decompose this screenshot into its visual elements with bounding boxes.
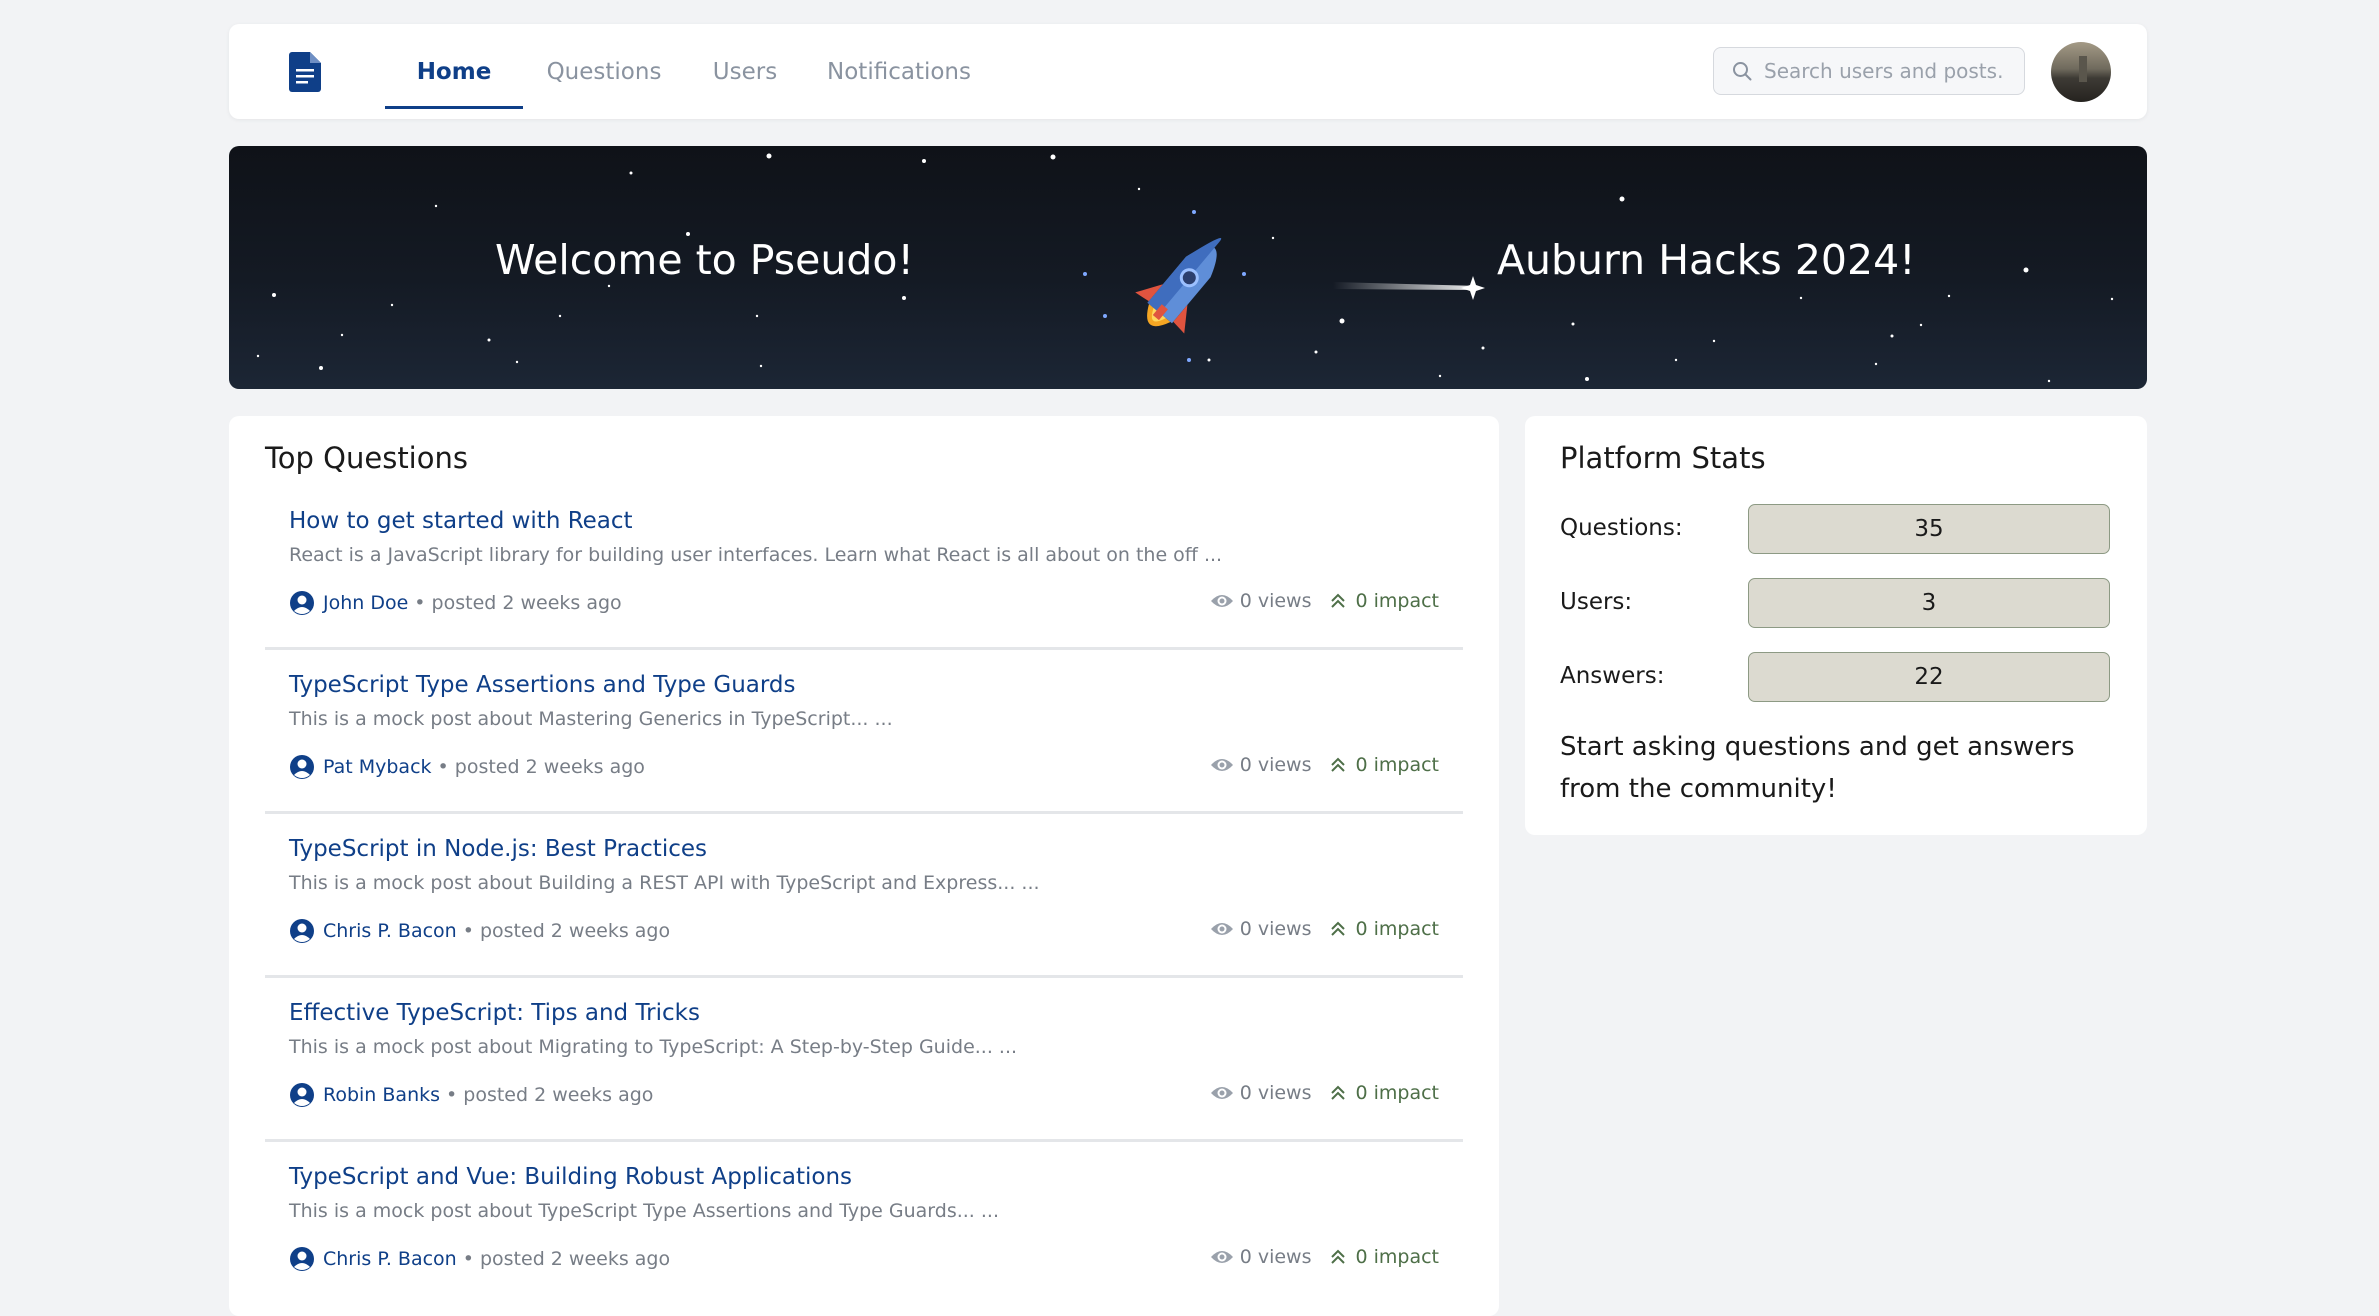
question-impact: 0 impact bbox=[1355, 1082, 1439, 1104]
document-logo-icon[interactable] bbox=[289, 52, 321, 92]
question-author-link[interactable]: Robin Banks bbox=[323, 1084, 440, 1106]
question-author-link[interactable]: John Doe bbox=[323, 592, 408, 614]
question-meta: Robin Banks • posted 2 weeks ago bbox=[289, 1082, 653, 1108]
eye-icon bbox=[1210, 759, 1233, 771]
search-icon bbox=[1733, 62, 1752, 81]
user-circle-icon bbox=[290, 919, 314, 943]
user-circle-icon bbox=[290, 1083, 314, 1107]
rocket-icon bbox=[1135, 238, 1222, 334]
top-questions-title: Top Questions bbox=[265, 441, 468, 475]
tab-home-label: Home bbox=[416, 58, 492, 85]
question-author-link[interactable]: Chris P. Bacon bbox=[323, 1248, 457, 1270]
question-stats: 0 views 0 impact bbox=[1210, 754, 1439, 776]
user-circle-icon bbox=[290, 1247, 314, 1271]
question-stats: 0 views 0 impact bbox=[1210, 1082, 1439, 1104]
tab-users[interactable]: Users bbox=[685, 24, 805, 119]
stat-label: Answers: bbox=[1560, 663, 1665, 689]
question-views: 0 views bbox=[1239, 590, 1312, 612]
top-navbar: Home Questions Users Notifications bbox=[229, 24, 2147, 119]
question-posted-time: • posted 2 weeks ago bbox=[462, 1248, 671, 1270]
question-item: How to get started with React React is a… bbox=[265, 486, 1463, 650]
platform-stats-card: Platform Stats Questions: 35 Users: 3 An… bbox=[1525, 416, 2147, 835]
stat-row-questions: Questions: 35 bbox=[1560, 504, 2112, 554]
question-item: TypeScript in Node.js: Best Practices Th… bbox=[265, 814, 1463, 978]
question-excerpt: This is a mock post about Mastering Gene… bbox=[289, 708, 893, 730]
double-chevron-up-icon bbox=[1331, 921, 1346, 936]
search-input[interactable] bbox=[1762, 58, 2006, 84]
banner-welcome-text: Welcome to Pseudo! bbox=[495, 236, 914, 284]
eye-icon bbox=[1210, 1251, 1233, 1263]
question-meta: Chris P. Bacon • posted 2 weeks ago bbox=[289, 918, 670, 944]
question-impact: 0 impact bbox=[1355, 918, 1439, 940]
tab-questions-label: Questions bbox=[546, 58, 662, 85]
question-stats: 0 views 0 impact bbox=[1210, 918, 1439, 940]
question-posted-time: • posted 2 weeks ago bbox=[446, 1084, 654, 1106]
question-impact: 0 impact bbox=[1355, 590, 1439, 612]
stat-value: 35 bbox=[1748, 504, 2110, 554]
question-item: TypeScript Type Assertions and Type Guar… bbox=[265, 650, 1463, 814]
question-views: 0 views bbox=[1239, 1082, 1312, 1104]
welcome-banner: Welcome to Pseudo! Auburn Hacks 2024! bbox=[229, 146, 2147, 389]
question-views: 0 views bbox=[1239, 918, 1312, 940]
double-chevron-up-icon bbox=[1331, 1249, 1346, 1264]
question-meta: Pat Myback • posted 2 weeks ago bbox=[289, 754, 645, 780]
tab-users-label: Users bbox=[712, 58, 778, 85]
question-title-link[interactable]: Effective TypeScript: Tips and Tricks bbox=[289, 1000, 700, 1026]
question-meta: John Doe • posted 2 weeks ago bbox=[289, 590, 622, 616]
double-chevron-up-icon bbox=[1331, 757, 1346, 772]
tab-notifications-label: Notifications bbox=[827, 58, 971, 85]
eye-icon bbox=[1210, 595, 1233, 607]
question-posted-time: • posted 2 weeks ago bbox=[437, 756, 645, 778]
question-stats: 0 views 0 impact bbox=[1210, 590, 1439, 612]
stat-row-answers: Answers: 22 bbox=[1560, 652, 2112, 702]
stat-label: Questions: bbox=[1560, 515, 1683, 541]
question-title-link[interactable]: TypeScript in Node.js: Best Practices bbox=[289, 836, 707, 862]
question-author-link[interactable]: Chris P. Bacon bbox=[323, 920, 457, 942]
question-excerpt: This is a mock post about TypeScript Typ… bbox=[289, 1200, 1000, 1222]
question-title-link[interactable]: TypeScript and Vue: Building Robust Appl… bbox=[289, 1164, 852, 1190]
question-impact: 0 impact bbox=[1355, 1246, 1439, 1268]
user-circle-icon bbox=[290, 591, 314, 615]
question-list: How to get started with React React is a… bbox=[265, 486, 1463, 1306]
stat-label: Users: bbox=[1560, 589, 1633, 615]
top-questions-card: Top Questions How to get started with Re… bbox=[229, 416, 1499, 1316]
question-item: Effective TypeScript: Tips and Tricks Th… bbox=[265, 978, 1463, 1142]
question-posted-time: • posted 2 weeks ago bbox=[462, 920, 671, 942]
question-views: 0 views bbox=[1239, 1246, 1312, 1268]
double-chevron-up-icon bbox=[1331, 593, 1346, 608]
question-excerpt: React is a JavaScript library for buildi… bbox=[289, 544, 1223, 566]
stat-row-users: Users: 3 bbox=[1560, 578, 2112, 628]
question-excerpt: This is a mock post about Migrating to T… bbox=[289, 1036, 1018, 1058]
question-meta: Chris P. Bacon • posted 2 weeks ago bbox=[289, 1246, 670, 1272]
user-circle-icon bbox=[290, 755, 314, 779]
tab-home[interactable]: Home bbox=[385, 24, 523, 119]
eye-icon bbox=[1210, 923, 1233, 935]
stat-value: 22 bbox=[1748, 652, 2110, 702]
tab-questions[interactable]: Questions bbox=[523, 24, 685, 119]
question-views: 0 views bbox=[1239, 754, 1312, 776]
nav-tabs: Home Questions Users Notifications bbox=[385, 24, 993, 119]
question-stats: 0 views 0 impact bbox=[1210, 1246, 1439, 1268]
question-title-link[interactable]: How to get started with React bbox=[289, 508, 633, 534]
question-author-link[interactable]: Pat Myback bbox=[323, 756, 432, 778]
banner-event-text: Auburn Hacks 2024! bbox=[1497, 236, 1916, 284]
stats-blurb-text: Start asking questions and get answers f… bbox=[1560, 732, 2075, 804]
question-impact: 0 impact bbox=[1355, 754, 1439, 776]
question-item: TypeScript and Vue: Building Robust Appl… bbox=[265, 1142, 1463, 1306]
tab-notifications[interactable]: Notifications bbox=[805, 24, 993, 119]
question-excerpt: This is a mock post about Building a RES… bbox=[289, 872, 1040, 894]
eye-icon bbox=[1210, 1087, 1233, 1099]
stat-value: 3 bbox=[1748, 578, 2110, 628]
double-chevron-up-icon bbox=[1331, 1085, 1346, 1100]
question-posted-time: • posted 2 weeks ago bbox=[414, 592, 622, 614]
user-avatar[interactable] bbox=[2051, 42, 2111, 102]
question-title-link[interactable]: TypeScript Type Assertions and Type Guar… bbox=[289, 672, 796, 698]
platform-stats-title: Platform Stats bbox=[1560, 441, 1766, 475]
search-box[interactable] bbox=[1713, 47, 2025, 95]
